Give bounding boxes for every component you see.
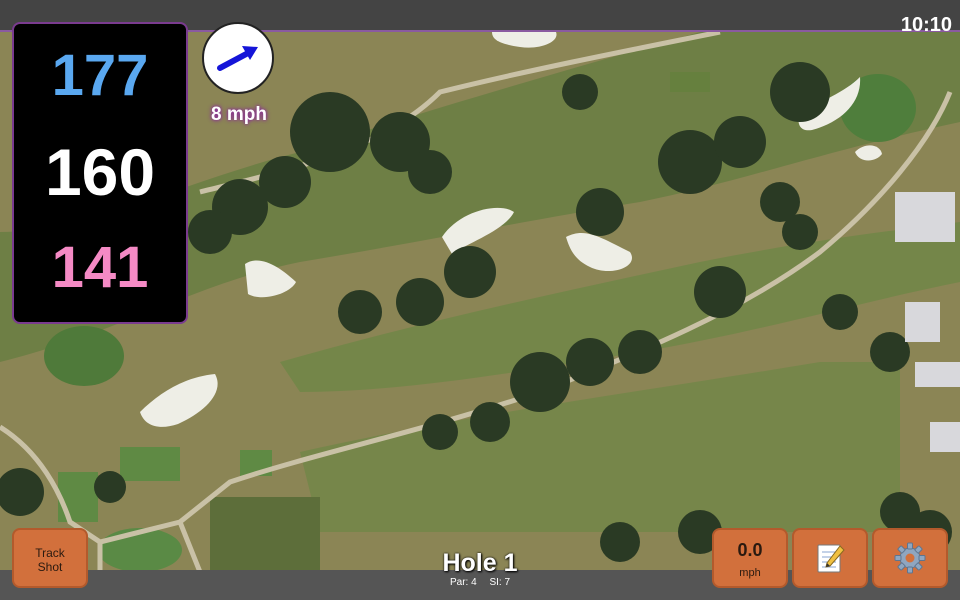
notepad-icon (817, 544, 845, 573)
hole-info: Par: 4 SI: 7 (380, 577, 580, 588)
track-shot-label-line1: Track (35, 546, 65, 560)
hole-title: Hole 1 (442, 549, 518, 577)
speed-value: 0.0 (737, 540, 763, 560)
par-label: Par: 4 (449, 577, 477, 588)
notes-button[interactable] (792, 528, 868, 588)
yardage-panel[interactable]: 177 160 141 (12, 22, 188, 324)
front-yardage: 141 (51, 235, 149, 300)
track-shot-button[interactable]: Track Shot (12, 528, 88, 588)
track-shot-label-line2: Shot (37, 560, 63, 574)
wind-direction-dial (202, 22, 274, 94)
wind-speed-label: 8 mph (211, 104, 267, 125)
stroke-index-label: SI: 7 (489, 577, 511, 588)
back-yardage: 177 (51, 43, 149, 108)
center-yardage: 160 (44, 135, 156, 209)
speed-button[interactable]: 0.0 mph (712, 528, 788, 588)
wind-direction-arrow-icon (217, 46, 258, 71)
gear-icon (894, 542, 926, 574)
speed-unit: mph (739, 567, 761, 579)
clock: 10:10 (900, 14, 952, 36)
settings-button[interactable] (872, 528, 948, 588)
